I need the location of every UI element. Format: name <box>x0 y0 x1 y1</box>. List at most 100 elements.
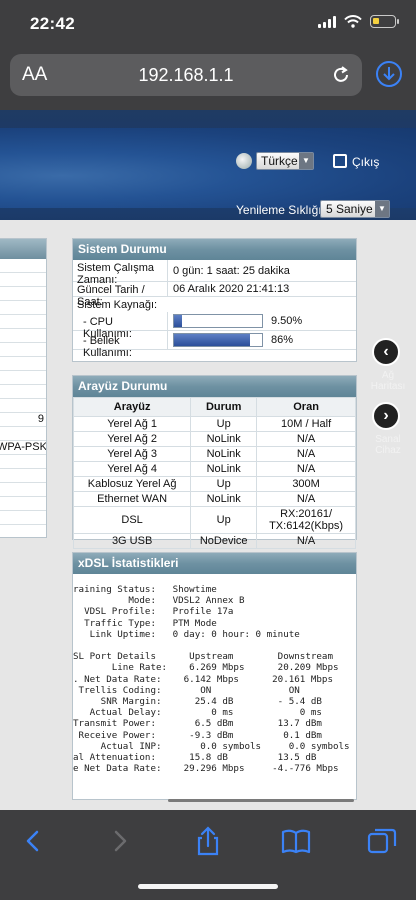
virtual-device-label[interactable]: Sanal Cihaz <box>368 434 408 456</box>
chevron-left-icon[interactable]: ‹ <box>372 338 400 366</box>
rate-cell: N/A <box>256 431 356 447</box>
interface-cell: Yerel Ağ 4 <box>72 461 192 477</box>
interface-cell: Yerel Ağ 3 <box>72 446 192 462</box>
interface-status-title: Arayüz Durumu <box>73 376 356 397</box>
status-icons <box>318 15 399 28</box>
xdsl-line: Trellis Coding: ON ON <box>73 684 300 696</box>
interface-cell: 3G USB <box>72 533 192 549</box>
interface-cell: Yerel Ağ 1 <box>72 416 192 432</box>
rate-cell: N/A <box>256 533 356 549</box>
xdsl-stats-title: xDSL İstatistikleri <box>73 553 356 574</box>
language-selector[interactable]: Türkçe ▼ <box>236 152 314 170</box>
xdsl-line: Transmit Power: 6.5 dBm 13.7 dBm <box>73 718 322 730</box>
left-panel-row <box>0 371 46 385</box>
xdsl-line: e Net Data Rate: 29.296 Mbps -4.-776 Mbp… <box>73 763 339 775</box>
xdsl-line: SL Port Details Upstream Downstream <box>73 651 333 663</box>
left-panel-row <box>0 343 46 357</box>
cpu-value: 9.50% <box>271 315 303 327</box>
cpu-usage-bar <box>173 314 263 328</box>
column-header-status: Durum <box>190 397 258 417</box>
interface-cell: Kablosuz Yerel Ağ <box>72 476 192 492</box>
network-map-label[interactable]: Ağ Haritası <box>368 370 408 392</box>
interface-cell: Ethernet WAN <box>72 491 192 507</box>
memory-usage-bar <box>173 333 263 347</box>
left-panel-row <box>0 329 46 343</box>
xdsl-stats-text: raining Status: Showtime Mode: VDSL2 Ann… <box>73 574 356 789</box>
back-icon[interactable] <box>16 824 50 858</box>
chevron-down-icon: ▼ <box>375 201 389 217</box>
chevron-right-icon[interactable]: › <box>372 402 400 430</box>
xdsl-line: raining Status: Showtime <box>73 584 217 595</box>
browser-url-bar: AA 192.168.1.1 <box>0 50 416 110</box>
forward-icon[interactable] <box>103 824 137 858</box>
memory-value: 86% <box>271 334 294 346</box>
tabs-icon[interactable] <box>365 824 399 858</box>
xdsl-line <box>73 640 352 651</box>
language-select[interactable]: Türkçe ▼ <box>256 152 314 170</box>
uptime-value: 0 gün: 1 saat: 25 dakika <box>173 264 290 277</box>
system-status-panel: Sistem Durumu Sistem Çalışma Zamanı: 0 g… <box>72 238 357 362</box>
status-cell: Up <box>190 506 258 534</box>
left-panel-row <box>0 273 46 287</box>
logout-link[interactable]: Çıkış <box>352 155 379 169</box>
browser-toolbar <box>0 810 416 900</box>
left-panel-row <box>0 385 46 399</box>
battery-icon <box>370 15 399 28</box>
wifi-icon <box>344 15 362 28</box>
home-indicator <box>138 884 278 889</box>
status-cell: Up <box>190 416 258 432</box>
status-cell: NoLink <box>190 446 258 462</box>
memory-label: - Bellek Kullanımı: <box>73 331 168 359</box>
xdsl-line: Line Rate: 6.269 Mbps 20.209 Mbps <box>73 662 339 674</box>
left-panel-row <box>0 357 46 371</box>
virtual-device-nav[interactable]: › Sanal Cihaz <box>372 402 401 456</box>
downloads-icon[interactable] <box>376 61 402 87</box>
status-cell: NoLink <box>190 461 258 477</box>
logout-icon[interactable] <box>333 154 347 168</box>
horizontal-scrollbar[interactable] <box>168 799 354 802</box>
rate-cell: 300M <box>256 476 356 492</box>
left-panel-row <box>0 287 46 301</box>
status-cell: Up <box>190 476 258 492</box>
left-panel-row <box>0 399 46 413</box>
network-map-nav[interactable]: ‹ Ağ Haritası <box>371 338 405 392</box>
xdsl-line: Mode: VDSL2 Annex B <box>73 595 245 607</box>
table-row: Yerel Ağ 3 NoLink N/A <box>72 446 356 462</box>
xdsl-stats-panel: xDSL İstatistikleri raining Status: Show… <box>72 552 357 800</box>
column-header-interface: Arayüz <box>72 397 192 417</box>
left-panel-header <box>0 239 46 259</box>
uptime-label: Sistem Çalışma Zamanı: <box>73 260 168 286</box>
address-field[interactable]: AA 192.168.1.1 <box>10 54 362 96</box>
xdsl-line: Traffic Type: PTM Mode <box>73 617 217 629</box>
share-icon[interactable] <box>191 824 225 858</box>
left-panel-row <box>0 259 46 273</box>
resources-row: Sistem Kaynağı: <box>73 297 356 312</box>
resources-label: Sistem Kaynağı: <box>77 299 158 311</box>
xdsl-line: . Net Data Rate: 6.142 Mbps 20.161 Mbps <box>73 673 333 685</box>
memory-row: - Bellek Kullanımı: 86% <box>73 331 356 359</box>
rate-cell: N/A <box>256 491 356 507</box>
table-row: Kablosuz Yerel Ağ Up 300M <box>72 476 356 492</box>
interface-table: Arayüz Durum Oran Yerel Ağ 1 Up 10M / Half… <box>72 397 356 549</box>
rate-cell: RX:20161/ TX:6142(Kbps) <box>256 506 356 534</box>
status-cell: NoLink <box>190 431 258 447</box>
left-panel-row <box>0 469 46 483</box>
bookmarks-icon[interactable] <box>279 824 313 858</box>
rate-cell: N/A <box>256 461 356 477</box>
left-panel-row <box>0 315 46 329</box>
chevron-down-icon: ▼ <box>299 153 313 169</box>
interface-status-panel: Arayüz Durumu Arayüz Durum Oran Yerel Ağ… <box>72 375 357 549</box>
xdsl-line: al Attenuation: 15.8 dB 13.5 dB <box>73 752 317 764</box>
interface-cell: Yerel Ağ 2 <box>72 431 192 447</box>
xdsl-line: Link Uptime: 0 day: 0 hour: 0 minute <box>73 628 300 640</box>
rate-cell: N/A <box>256 446 356 462</box>
refresh-rate-row: Yenileme Sıklığı: 5 Saniye ▼ <box>0 200 416 222</box>
cpu-label: - CPU Kullanımı: <box>73 312 168 340</box>
table-row: DSL Up RX:20161/ TX:6142(Kbps) <box>72 506 356 534</box>
reload-icon[interactable] <box>330 64 352 86</box>
left-panel-row: WPA-PSK <box>0 441 46 455</box>
rate-cell: 10M / Half <box>256 416 356 432</box>
url-text[interactable]: 192.168.1.1 <box>10 65 362 86</box>
refresh-select[interactable]: 5 Saniye ▼ <box>320 200 390 218</box>
uptime-row: Sistem Çalışma Zamanı: 0 gün: 1 saat: 25… <box>73 260 356 286</box>
